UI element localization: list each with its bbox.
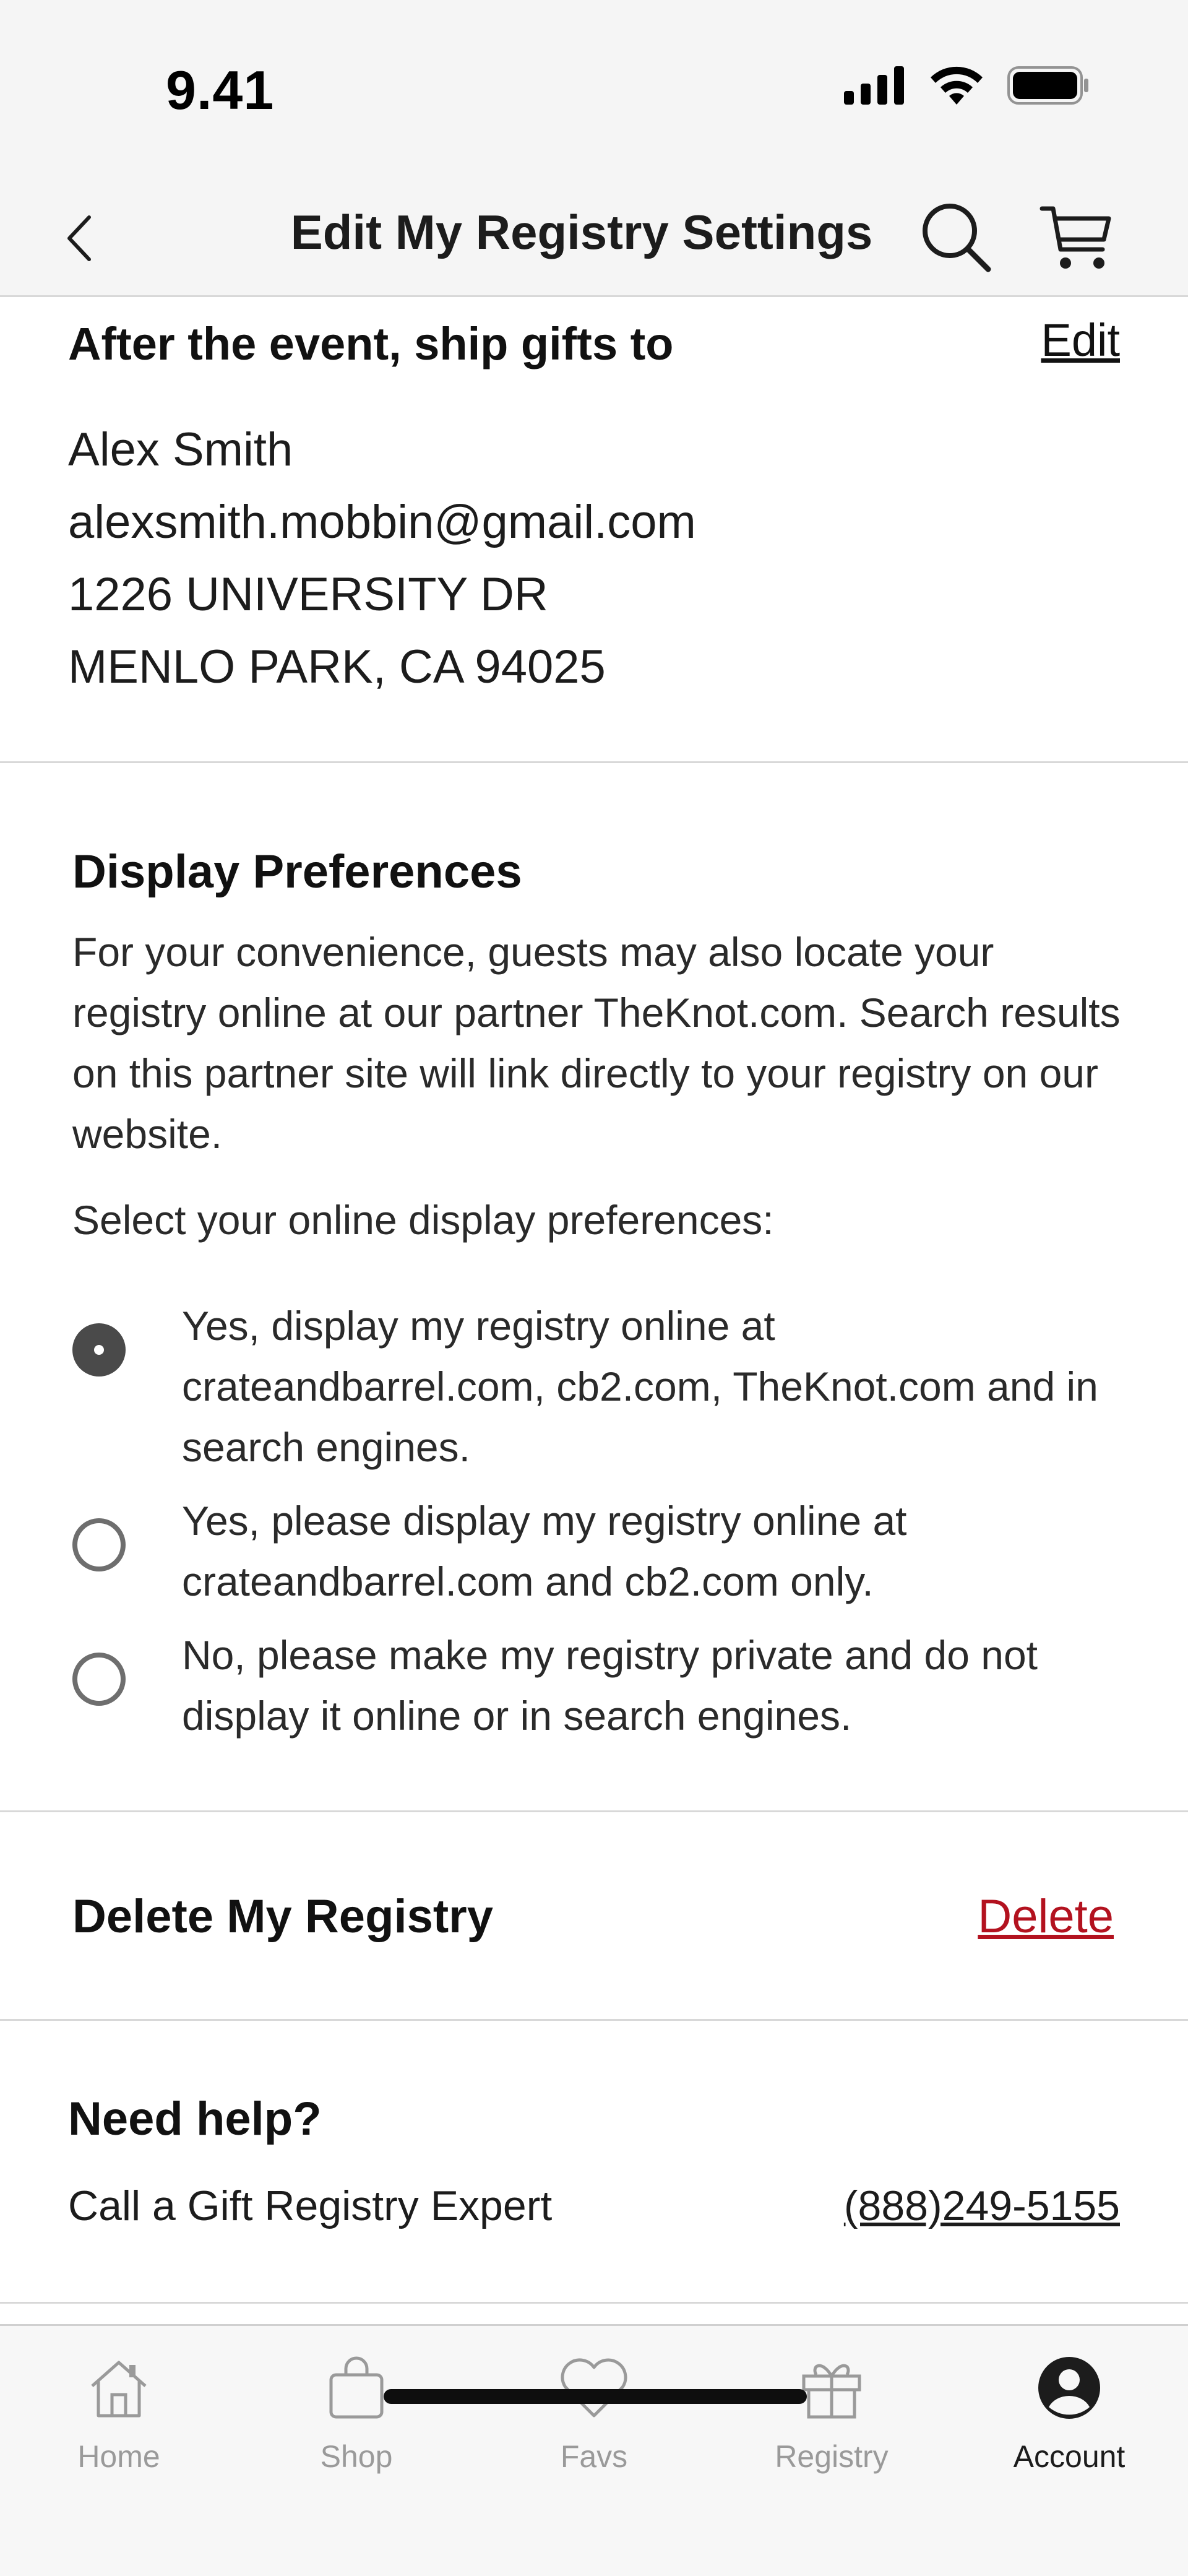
display-preferences-title: Display Preferences [72, 845, 522, 898]
cart-button[interactable] [1033, 197, 1120, 277]
display-preferences-description: For your convenience, guests may also lo… [72, 929, 1121, 1157]
search-icon [923, 204, 991, 272]
help-title: Need help? [68, 2093, 322, 2145]
content: After the event, ship gifts to Edit Alex… [0, 299, 1188, 2304]
cart-icon [1040, 206, 1111, 269]
recipient-name: Alex Smith [68, 423, 293, 476]
page-title: Edit My Registry Settings [290, 205, 873, 259]
address-line-1: 1226 UNIVERSITY DR [68, 568, 548, 621]
tab-label: Home [77, 2439, 160, 2474]
tab-favs[interactable]: Favs [475, 2351, 713, 2505]
tab-label: Favs [560, 2439, 628, 2474]
heart-icon [557, 2351, 631, 2425]
display-option-label: Yes, display my registry online at crate… [182, 1303, 1098, 1470]
tab-label: Shop [320, 2439, 393, 2474]
recipient-email: alexsmith.mobbin@gmail.com [68, 496, 696, 548]
help-phone-link[interactable]: (888)249-5155 [844, 2182, 1120, 2230]
wifi-icon [928, 65, 985, 109]
tab-home[interactable]: Home [0, 2351, 238, 2505]
ship-after-event-section: After the event, ship gifts to Edit Alex… [0, 299, 1188, 763]
help-expert-label: Call a Gift Registry Expert [68, 2182, 553, 2229]
address-line-2: MENLO PARK, CA 94025 [68, 641, 606, 693]
display-option-label: Yes, please display my registry online a… [182, 1498, 907, 1604]
tab-label: Account [1013, 2439, 1126, 2474]
status-bar: 9.41 [0, 0, 1188, 179]
shopping-bag-icon [319, 2351, 394, 2425]
radio-button[interactable] [72, 1518, 126, 1571]
tab-label: Registry [775, 2439, 889, 2474]
status-icons [844, 65, 1089, 109]
nav-bar: Edit My Registry Settings [0, 179, 1188, 297]
tab-shop[interactable]: Shop [238, 2351, 475, 2505]
tab-account[interactable]: Account [950, 2351, 1188, 2505]
radio-button[interactable] [72, 1653, 126, 1706]
signal-icon [844, 66, 906, 108]
help-section: Need help? Call a Gift Registry Expert (… [0, 2021, 1188, 2304]
ship-after-event-heading: After the event, ship gifts to [68, 318, 674, 370]
delete-registry-title: Delete My Registry [72, 1890, 494, 1943]
home-indicator[interactable] [384, 2389, 807, 2404]
display-option-site-only[interactable]: Yes, please display my registry online a… [72, 1490, 1137, 1614]
display-preferences-section: Display Preferences For your convenience… [0, 763, 1188, 1812]
tab-registry[interactable]: Registry [713, 2351, 950, 2505]
gift-icon [794, 2351, 869, 2425]
radio-button-selected[interactable] [72, 1323, 126, 1377]
display-preferences-prompt: Select your online display preferences: [72, 1197, 774, 1243]
display-option-public[interactable]: Yes, display my registry online at crate… [72, 1295, 1137, 1481]
status-time: 9.41 [166, 59, 275, 121]
edit-shipping-link[interactable]: Edit [1041, 314, 1120, 366]
home-icon [82, 2351, 156, 2425]
display-option-label: No, please make my registry private and … [182, 1632, 1038, 1739]
account-icon [1032, 2351, 1106, 2425]
display-option-private[interactable]: No, please make my registry private and … [72, 1625, 1137, 1748]
search-button[interactable] [916, 197, 996, 277]
delete-registry-section: Delete My Registry Delete [0, 1812, 1188, 2021]
shipping-address: Alex Smith alexsmith.mobbin@gmail.com 12… [68, 413, 696, 703]
delete-registry-link[interactable]: Delete [978, 1890, 1114, 1943]
battery-icon [1007, 66, 1089, 108]
app-screen: 9.41 Edit My Registry Settings After the… [0, 0, 1188, 2576]
tab-bar: Home Shop Favs Registry Account [0, 2324, 1188, 2576]
